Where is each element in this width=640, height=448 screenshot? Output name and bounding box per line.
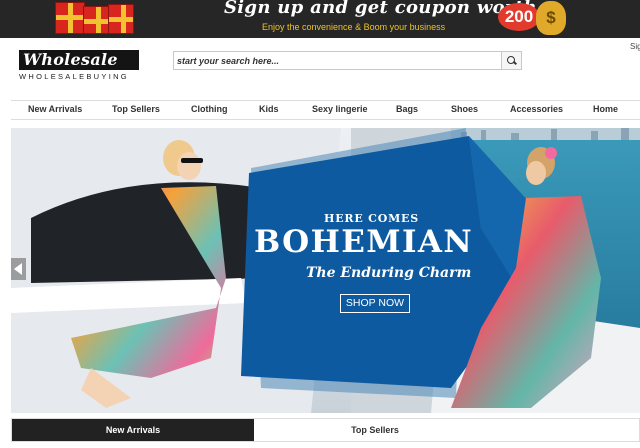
nav-item-kids[interactable]: Kids bbox=[259, 104, 279, 114]
hero-banner[interactable]: HERE COMES BOHEMIAN The Enduring Charm S… bbox=[11, 128, 640, 413]
sunglasses bbox=[181, 158, 203, 163]
coupon-amount: 200 bbox=[498, 3, 540, 31]
nav-item-home[interactable]: Home bbox=[593, 104, 618, 114]
gift-box-icon bbox=[108, 4, 134, 34]
hair-flower bbox=[545, 147, 557, 159]
money-bag-icon: $ bbox=[536, 1, 566, 35]
chevron-left-icon[interactable] bbox=[11, 258, 26, 280]
hero-subtitle: The Enduring Charm bbox=[306, 265, 472, 281]
nav-item-bags[interactable]: Bags bbox=[396, 104, 418, 114]
building bbox=[621, 128, 629, 140]
promo-headline: Sign up and get coupon worth bbox=[224, 0, 537, 18]
tab-new-arrivals[interactable]: New Arrivals bbox=[12, 419, 254, 441]
currency-symbol: $ bbox=[546, 8, 556, 27]
gift-box-icon bbox=[83, 6, 109, 34]
gift-box-icon bbox=[55, 2, 85, 34]
nav-item-clothing[interactable]: Clothing bbox=[191, 104, 228, 114]
woman-left-face bbox=[177, 152, 201, 180]
search-box bbox=[173, 51, 522, 70]
site-header: Wholesale WHOLESALEBUYING Sig bbox=[0, 38, 640, 100]
building bbox=[551, 129, 557, 140]
logo-wordmark: Wholesale bbox=[19, 50, 139, 70]
nav-item-top-sellers[interactable]: Top Sellers bbox=[112, 104, 160, 114]
promo-subline: Enjoy the convenience & Boom your busine… bbox=[262, 22, 446, 32]
skyline bbox=[451, 128, 640, 140]
search-button[interactable] bbox=[501, 52, 521, 69]
search-input[interactable] bbox=[174, 52, 500, 69]
promo-banner[interactable]: Sign up and get coupon worth Enjoy the c… bbox=[0, 0, 640, 38]
product-tabs: New Arrivals Top Sellers bbox=[11, 418, 640, 442]
signin-link[interactable]: Sig bbox=[630, 42, 640, 51]
woman-right-face bbox=[526, 161, 546, 185]
logo-tagline: WHOLESALEBUYING bbox=[19, 72, 129, 81]
nav-item-sexy-lingerie[interactable]: Sexy lingerie bbox=[312, 104, 368, 114]
shop-now-button[interactable]: SHOP NOW bbox=[340, 294, 410, 313]
hero-title: BOHEMIAN bbox=[254, 224, 474, 260]
site-logo[interactable]: Wholesale WHOLESALEBUYING bbox=[19, 50, 139, 83]
main-nav: New Arrivals Top Sellers Clothing Kids S… bbox=[11, 100, 640, 120]
building bbox=[481, 130, 486, 140]
building bbox=[591, 131, 598, 140]
building bbox=[511, 133, 519, 140]
nav-item-shoes[interactable]: Shoes bbox=[451, 104, 478, 114]
nav-item-accessories[interactable]: Accessories bbox=[510, 104, 563, 114]
tab-top-sellers[interactable]: Top Sellers bbox=[254, 419, 496, 441]
nav-item-new-arrivals[interactable]: New Arrivals bbox=[28, 104, 82, 114]
